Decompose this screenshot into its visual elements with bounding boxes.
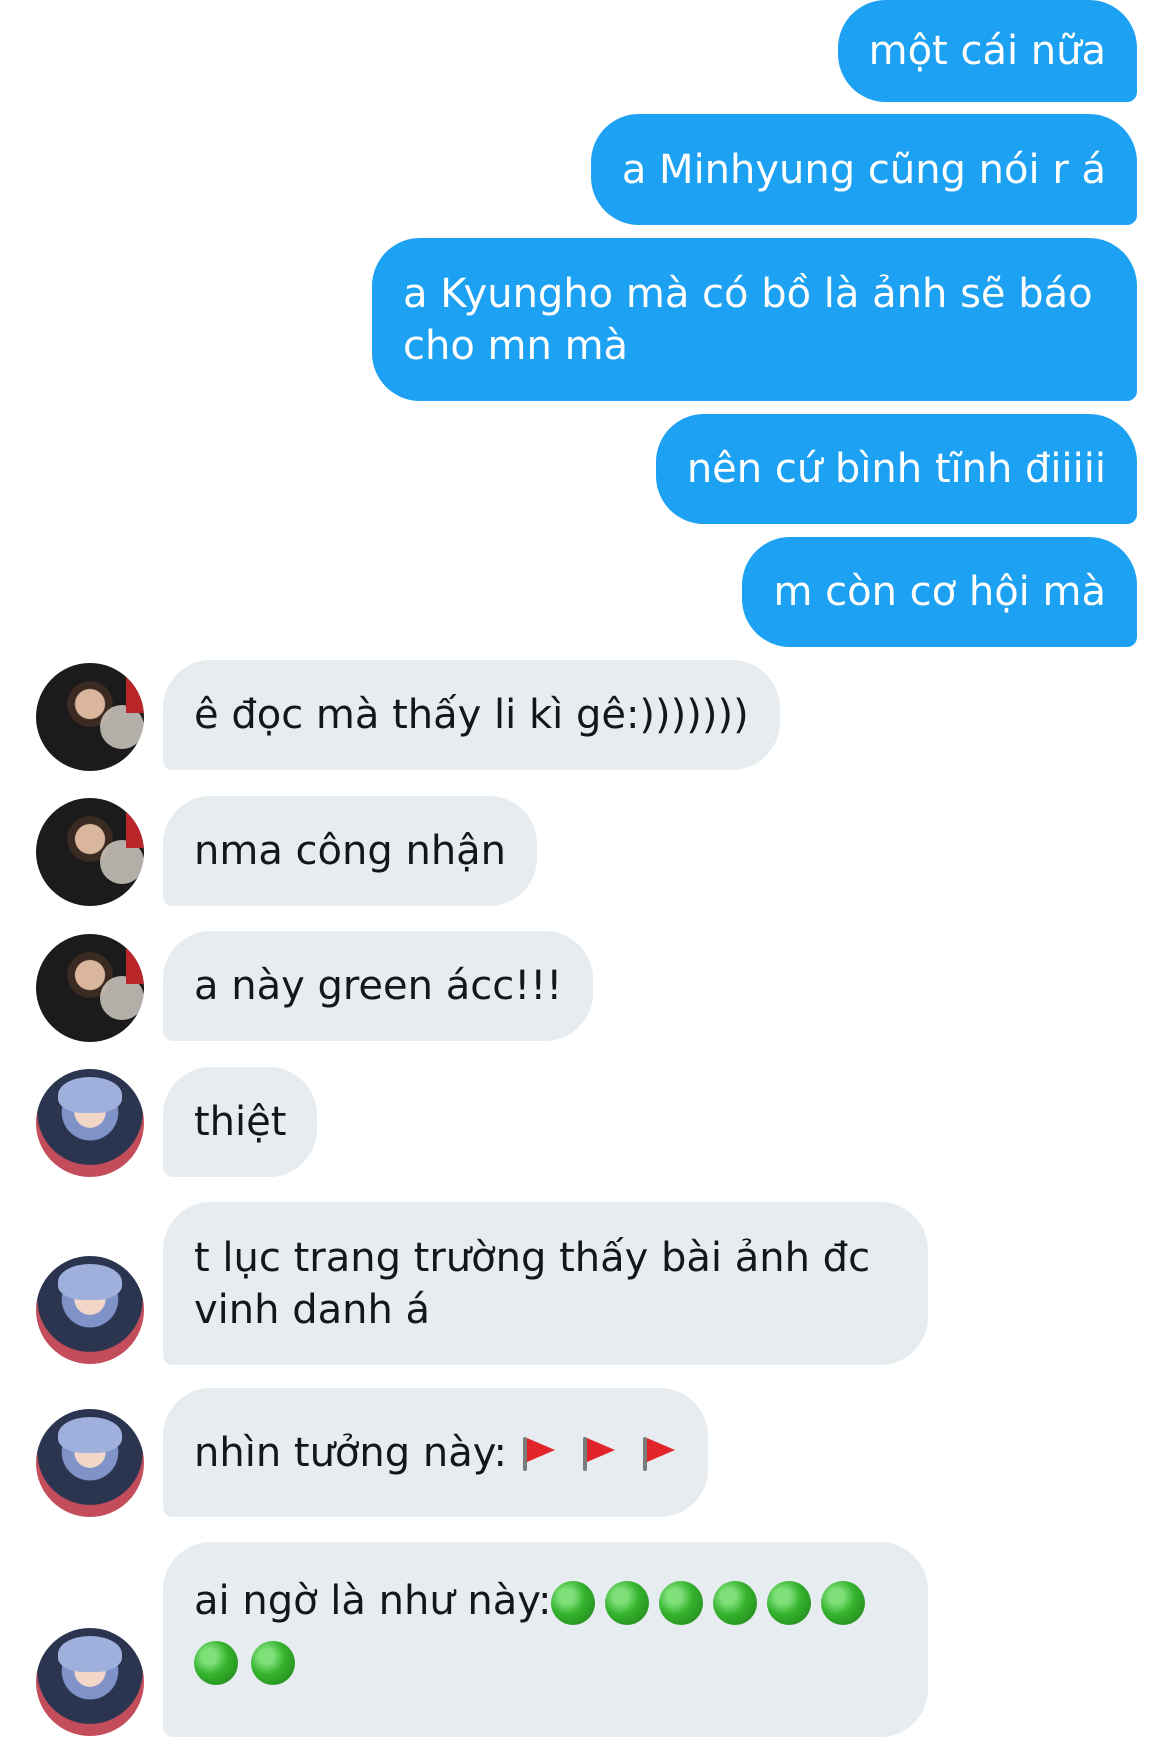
message-bubble-outgoing[interactable]: m còn cơ hội mà <box>742 537 1137 647</box>
avatar[interactable] <box>36 1256 144 1364</box>
avatar[interactable] <box>36 1628 144 1736</box>
message-bubble-outgoing[interactable]: nên cứ bình tĩnh điiiii <box>655 414 1137 524</box>
green-circle-icon <box>551 1581 596 1625</box>
green-circle-emoji-group <box>194 1641 897 1698</box>
message-bubble-incoming[interactable]: nma công nhận <box>163 796 538 906</box>
message-bubble-outgoing[interactable]: a Minhyung cũng nói r á <box>590 114 1137 225</box>
chat-thread: một cái nữa a Minhyung cũng nói r á a Ky… <box>0 0 1170 1737</box>
message-text: a Minhyung cũng nói r á <box>621 146 1106 193</box>
avatar[interactable] <box>36 1409 144 1517</box>
message-bubble-incoming[interactable]: t lục trang trường thấy bài ảnh đc vinh … <box>163 1202 928 1365</box>
avatar[interactable] <box>36 663 144 771</box>
red-flag-icon <box>577 1433 617 1473</box>
message-text: nên cứ bình tĩnh điiiii <box>686 446 1106 492</box>
message-bubble-incoming[interactable]: ê đọc mà thấy li kì gê:))))))) <box>163 660 780 770</box>
message-text: ai ngờ là như này: <box>194 1578 552 1624</box>
green-circle-emoji-group <box>551 1581 866 1625</box>
message-bubble-incoming[interactable]: nhìn tưởng này: <box>163 1388 708 1517</box>
red-flag-emoji-group <box>507 1433 677 1473</box>
message-bubble-outgoing[interactable]: a Kyungho mà có bồ là ảnh sẽ báo cho mn … <box>372 238 1137 401</box>
green-circle-icon <box>821 1581 866 1625</box>
green-circle-icon <box>659 1581 704 1625</box>
message-text: ê đọc mà thấy li kì gê:))))))) <box>194 692 749 738</box>
avatar[interactable] <box>36 934 144 1042</box>
green-circle-icon <box>713 1581 758 1625</box>
message-text: nma công nhận <box>194 828 507 874</box>
message-text: nhìn tưởng này: <box>194 1429 507 1476</box>
red-flag-icon <box>637 1433 677 1473</box>
red-flag-icon <box>517 1433 557 1473</box>
green-circle-icon <box>767 1581 812 1625</box>
message-bubble-outgoing[interactable]: một cái nữa <box>837 0 1137 102</box>
message-text: m còn cơ hội mà <box>773 569 1106 615</box>
message-text: a Kyungho mà có bồ là ảnh sẽ báo cho mn … <box>403 270 1093 369</box>
green-circle-icon <box>194 1641 238 1685</box>
green-circle-icon <box>250 1641 295 1685</box>
message-bubble-incoming[interactable]: a này green ácc!!! <box>163 931 594 1041</box>
message-text: a này green ácc!!! <box>194 963 563 1009</box>
message-text: t lục trang trường thấy bài ảnh đc vinh … <box>194 1234 871 1333</box>
message-text: một cái nữa <box>868 28 1106 74</box>
message-text: thiệt <box>194 1099 287 1145</box>
message-bubble-incoming[interactable]: ai ngờ là như này: <box>163 1542 928 1737</box>
avatar[interactable] <box>36 1069 144 1177</box>
avatar[interactable] <box>36 798 144 906</box>
green-circle-icon <box>605 1581 650 1625</box>
message-bubble-incoming[interactable]: thiệt <box>163 1067 318 1177</box>
